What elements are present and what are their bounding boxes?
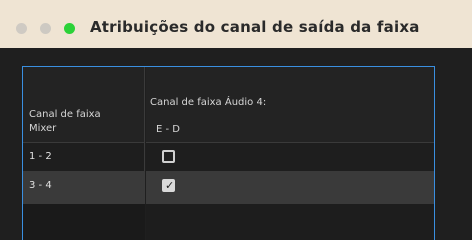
title-bar: Atribuições do canal de saída da faixa: [0, 0, 472, 48]
table-focus-border: [22, 66, 435, 240]
window-title: Atribuições do canal de saída da faixa: [90, 18, 420, 36]
close-button[interactable]: [16, 23, 27, 34]
minimize-button[interactable]: [40, 23, 51, 34]
zoom-button[interactable]: [64, 23, 75, 34]
